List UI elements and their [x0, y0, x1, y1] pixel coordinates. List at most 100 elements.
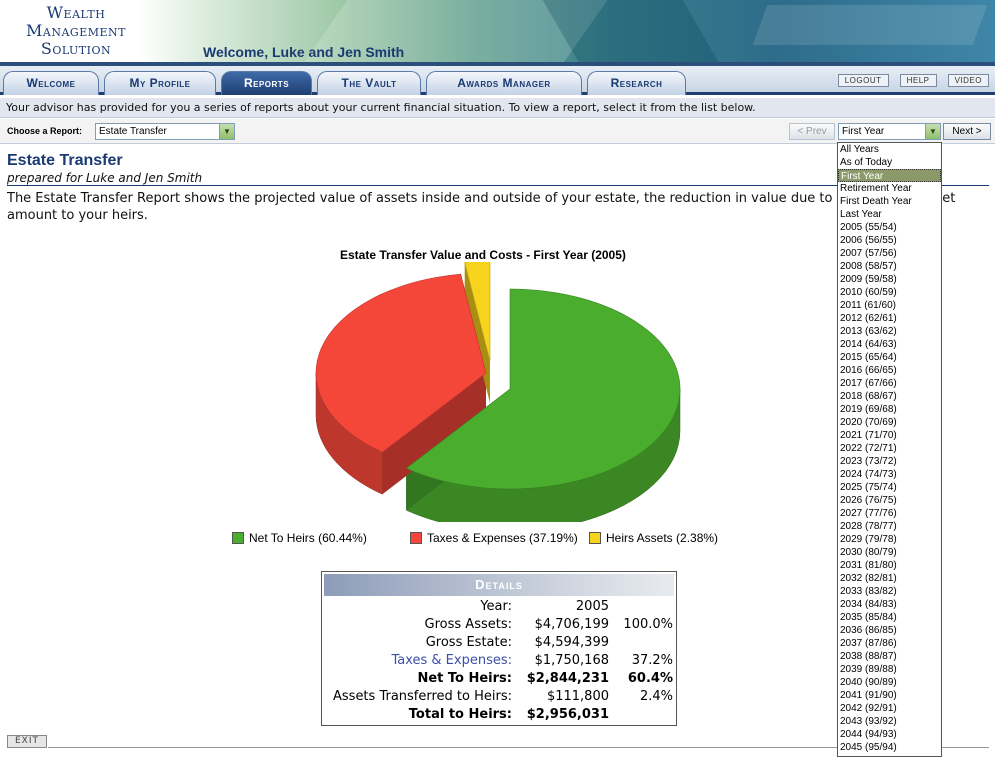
year-option[interactable]: 2016 (66/65): [838, 364, 941, 377]
chevron-down-icon[interactable]: ▼: [925, 124, 940, 139]
tab-bar: Welcome My Profile Reports The Vault Awa…: [0, 66, 995, 95]
exit-button[interactable]: EXIT: [7, 735, 47, 748]
details-label: Total to Heirs:: [408, 707, 512, 722]
logo-line-2: Management: [26, 21, 126, 40]
legend-label: Net To Heirs (60.44%): [249, 531, 367, 545]
details-row-assets-transferred: Assets Transferred to Heirs: $111,800 2.…: [322, 688, 678, 706]
details-value: $4,594,399: [534, 635, 609, 650]
year-option[interactable]: As of Today: [838, 156, 941, 169]
year-option[interactable]: 2030 (80/79): [838, 546, 941, 559]
year-option[interactable]: 2043 (93/92): [838, 715, 941, 728]
logout-button[interactable]: LOGOUT: [837, 74, 889, 87]
pie-chart: [315, 262, 681, 522]
year-option[interactable]: 2021 (71/70): [838, 429, 941, 442]
year-option[interactable]: 2033 (83/82): [838, 585, 941, 598]
tab-research[interactable]: Research: [587, 71, 686, 95]
year-option[interactable]: First Death Year: [838, 195, 941, 208]
year-option[interactable]: 2013 (63/62): [838, 325, 941, 338]
legend-item-net-to-heirs: Net To Heirs (60.44%): [232, 531, 367, 545]
year-option[interactable]: 2024 (74/73): [838, 468, 941, 481]
details-row-total-to-heirs: Total to Heirs: $2,956,031: [322, 706, 678, 724]
tab-welcome[interactable]: Welcome: [3, 71, 99, 95]
year-option[interactable]: 2020 (70/69): [838, 416, 941, 429]
logo: Wealth Management Solution: [6, 4, 146, 58]
year-option[interactable]: 2019 (69/68): [838, 403, 941, 416]
details-value: $1,750,168: [534, 653, 609, 668]
legend-swatch: [410, 532, 422, 544]
year-option[interactable]: 2014 (64/63): [838, 338, 941, 351]
details-row-net-to-heirs: Net To Heirs: $2,844,231 60.4%: [322, 670, 678, 688]
details-percent: 100.0%: [623, 617, 673, 632]
year-option[interactable]: 2005 (55/54): [838, 221, 941, 234]
report-select-value: Estate Transfer: [99, 126, 167, 137]
tab-the-vault[interactable]: The Vault: [317, 71, 421, 95]
details-label: Gross Estate:: [425, 635, 512, 650]
year-option[interactable]: 2023 (73/72): [838, 455, 941, 468]
chevron-down-icon[interactable]: ▼: [219, 124, 234, 139]
details-label: Year:: [480, 599, 512, 614]
header-banner: Wealth Management Solution Welcome, Luke…: [0, 0, 995, 66]
video-button[interactable]: VIDEO: [947, 74, 989, 87]
year-option[interactable]: 2018 (68/67): [838, 390, 941, 403]
year-option[interactable]: 2044 (94/93): [838, 728, 941, 741]
year-option[interactable]: 2025 (75/74): [838, 481, 941, 494]
year-option[interactable]: 2041 (91/90): [838, 689, 941, 702]
details-value: $4,706,199: [534, 617, 609, 632]
year-option[interactable]: 2040 (90/89): [838, 676, 941, 689]
year-option[interactable]: 2011 (61/60): [838, 299, 941, 312]
year-option[interactable]: 2031 (81/80): [838, 559, 941, 572]
year-option[interactable]: Retirement Year: [838, 182, 941, 195]
top-links: LOGOUT HELP VIDEO: [832, 68, 989, 87]
year-option[interactable]: 2039 (89/88): [838, 663, 941, 676]
info-text: Your advisor has provided for you a seri…: [0, 98, 995, 118]
details-value: $111,800: [546, 689, 609, 704]
tab-awards-manager[interactable]: Awards Manager: [426, 71, 582, 95]
year-option[interactable]: 2027 (77/76): [838, 507, 941, 520]
year-option[interactable]: 2038 (88/87): [838, 650, 941, 663]
year-option[interactable]: 2035 (85/84): [838, 611, 941, 624]
year-select[interactable]: First Year ▼: [838, 123, 941, 140]
year-option[interactable]: 2028 (78/77): [838, 520, 941, 533]
year-option[interactable]: 2022 (72/71): [838, 442, 941, 455]
year-option[interactable]: 2017 (67/66): [838, 377, 941, 390]
next-button[interactable]: Next >: [943, 123, 991, 140]
year-option[interactable]: 2010 (60/59): [838, 286, 941, 299]
year-option[interactable]: 2009 (59/58): [838, 273, 941, 286]
year-option[interactable]: 2034 (84/83): [838, 598, 941, 611]
year-option[interactable]: 2026 (76/75): [838, 494, 941, 507]
details-percent: 60.4%: [627, 671, 673, 686]
report-select[interactable]: Estate Transfer ▼: [95, 123, 235, 140]
details-row-gross-estate: Gross Estate: $4,594,399: [322, 634, 678, 652]
logo-line-3: Solution: [40, 39, 112, 58]
year-option[interactable]: 2036 (86/85): [838, 624, 941, 637]
year-option[interactable]: 2045 (95/94): [838, 741, 941, 754]
year-option[interactable]: 2032 (82/81): [838, 572, 941, 585]
details-label: Net To Heirs:: [417, 671, 512, 686]
page-title: Estate Transfer: [7, 152, 123, 169]
report-selector-bar: Choose a Report: Estate Transfer ▼ < Pre…: [0, 119, 995, 144]
taxes-expenses-link[interactable]: Taxes & Expenses:: [391, 652, 512, 670]
details-label: Gross Assets:: [424, 617, 512, 632]
help-button[interactable]: HELP: [899, 74, 937, 87]
legend-item-heirs-assets: Heirs Assets (2.38%): [589, 531, 718, 545]
year-option[interactable]: 2008 (58/57): [838, 260, 941, 273]
year-option[interactable]: 2012 (62/61): [838, 312, 941, 325]
year-option[interactable]: 2006 (56/55): [838, 234, 941, 247]
year-option[interactable]: 2007 (57/56): [838, 247, 941, 260]
prev-button[interactable]: < Prev: [789, 123, 835, 140]
year-dropdown-list[interactable]: All Years As of Today First Year Retirement…: [837, 142, 942, 757]
chart-title: Estate Transfer Value and Costs - First …: [340, 248, 626, 262]
year-option[interactable]: All Years: [838, 143, 941, 156]
tab-reports[interactable]: Reports: [221, 71, 312, 95]
year-option[interactable]: 2029 (79/78): [838, 533, 941, 546]
details-row-taxes-expenses: Taxes & Expenses: $1,750,168 37.2%: [322, 652, 678, 670]
year-option[interactable]: Last Year: [838, 208, 941, 221]
year-option[interactable]: 2015 (65/64): [838, 351, 941, 364]
details-label: Assets Transferred to Heirs:: [333, 689, 512, 704]
details-value: $2,844,231: [526, 671, 609, 686]
details-row-gross-assets: Gross Assets: $4,706,199 100.0%: [322, 616, 678, 634]
year-option[interactable]: 2037 (87/86): [838, 637, 941, 650]
year-option[interactable]: 2042 (92/91): [838, 702, 941, 715]
tab-my-profile[interactable]: My Profile: [104, 71, 216, 95]
year-option[interactable]: First Year: [838, 169, 941, 182]
